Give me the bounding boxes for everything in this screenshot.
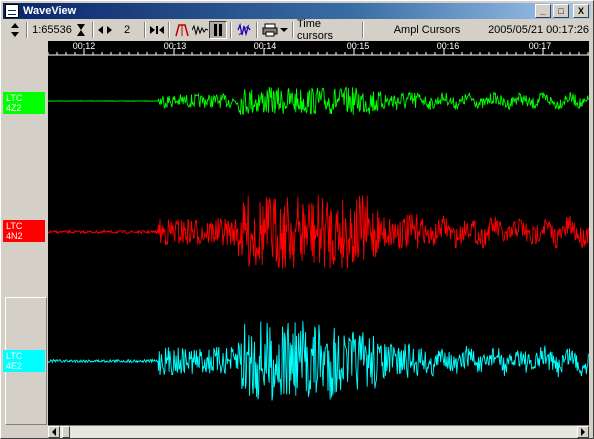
dropdown-arrow-icon[interactable]	[279, 22, 289, 38]
channel-station: LTC	[6, 93, 23, 103]
toolbar: 1:65536 2 Time cursors Ampl Cursors 2005…	[3, 18, 591, 42]
waveform-trace-4z2	[48, 86, 589, 116]
scale-value: 1:65536	[32, 24, 72, 36]
datetime-readout: 2005/05/21 00:17:26	[488, 24, 589, 36]
channel-label-n[interactable]: LTC 4N2	[3, 220, 45, 242]
horizontal-scrollbar[interactable]	[48, 425, 589, 438]
scroll-thumb[interactable]	[62, 426, 70, 438]
wave-icon[interactable]	[191, 22, 209, 38]
toolbar-separator	[256, 22, 258, 38]
time-tick-label: 00:16	[436, 41, 460, 51]
ampl-cursors-button[interactable]: Ampl Cursors	[367, 21, 487, 39]
left-arrow-icon	[52, 428, 56, 436]
waveform-plot[interactable]	[48, 41, 589, 425]
channel-component: 4Z2	[6, 103, 22, 113]
scroll-right-button[interactable]	[577, 426, 589, 438]
channel-component: 4E2	[6, 361, 23, 371]
toolbar-separator	[230, 22, 232, 38]
fit-arrows-icon[interactable]	[149, 22, 165, 38]
waveform-canvas[interactable]	[48, 41, 589, 425]
channel-label-z[interactable]: LTC 4Z2	[3, 92, 45, 114]
time-tick-label: 00:12	[72, 41, 96, 51]
printer-icon[interactable]	[261, 22, 279, 38]
toolbar-separator	[144, 22, 146, 38]
waveform-trace-4n2	[48, 194, 589, 269]
waveform-trace-4e2	[48, 321, 589, 401]
channel-label-e[interactable]: LTC 4E2	[3, 350, 45, 372]
updown-arrows-icon[interactable]	[7, 22, 23, 38]
channel-station: LTC	[6, 351, 23, 361]
toolbar-separator	[168, 22, 170, 38]
maximize-button[interactable]: □	[553, 4, 569, 18]
pick-icon[interactable]	[173, 22, 191, 38]
pause-icon[interactable]	[209, 21, 227, 39]
channel-station: LTC	[6, 221, 23, 231]
title-bar[interactable]: WaveView _ □ X	[3, 3, 591, 19]
time-tick-label: 00:14	[253, 41, 277, 51]
channel-component: 4N2	[6, 231, 23, 241]
scroll-left-button[interactable]	[48, 426, 60, 438]
close-button[interactable]: X	[573, 4, 589, 18]
minimize-button[interactable]: _	[535, 4, 551, 18]
toolbar-separator	[92, 22, 94, 38]
leftright-arrows-icon[interactable]	[97, 22, 113, 38]
waveview-window: WaveView _ □ X 1:65536 2 Time cursors Am…	[0, 0, 594, 439]
toolbar-separator	[26, 22, 28, 38]
time-cursors-button[interactable]: Time cursors	[297, 18, 359, 42]
time-tick-label: 00:17	[528, 41, 552, 51]
time-tick-label: 00:15	[346, 41, 370, 51]
right-arrow-icon	[581, 428, 585, 436]
filter-icon[interactable]	[235, 22, 253, 38]
window-title: WaveView	[23, 5, 77, 17]
hourglass-icon[interactable]	[73, 22, 89, 38]
toolbar-separator	[292, 22, 294, 38]
toolbar-separator	[362, 22, 364, 38]
time-tick-label: 00:13	[163, 41, 187, 51]
app-icon[interactable]	[5, 4, 19, 18]
zoom-value: 2	[123, 24, 131, 36]
time-axis: 00:12 00:13 00:14 00:15 00:16 00:17	[48, 41, 589, 55]
